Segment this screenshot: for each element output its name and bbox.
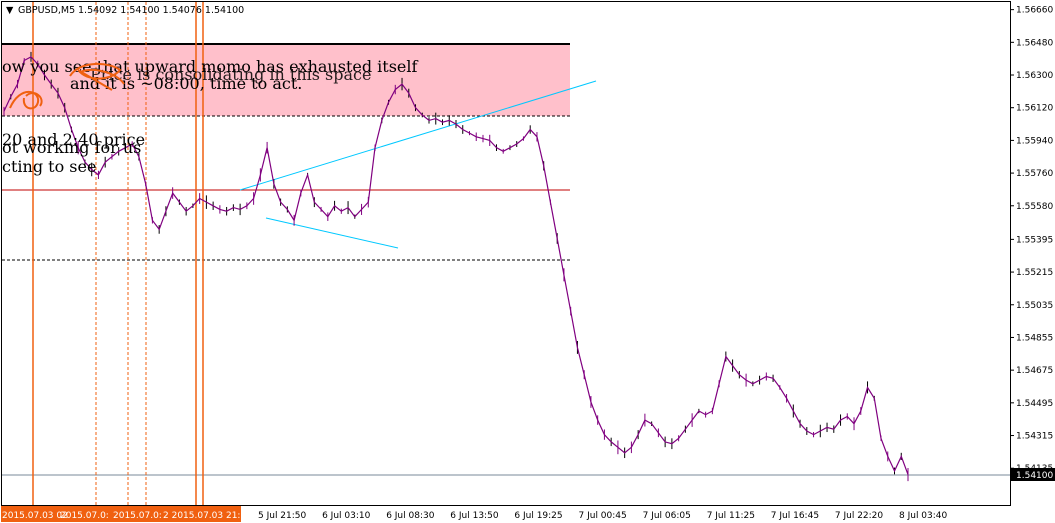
y-tick-label: 1.56480 [1016,38,1053,48]
vline-label: 2015.07.0: [60,511,109,521]
vline-label: 2015.07.0: [113,511,162,521]
x-tick-label: 8 Jul 03:40 [899,511,948,521]
x-tick-label: 6 Jul 19:25 [514,511,562,521]
symbol-label: GBPUSD,M5 [18,5,75,16]
y-tick-label: 1.54495 [1016,399,1053,409]
current-price-label: 1.54100 [1016,471,1053,481]
y-tick-label: 1.55760 [1016,169,1053,179]
y-tick-label: 1.54315 [1016,432,1053,442]
y-tick-label: 1.56660 [1016,6,1053,16]
x-tick-label: 6 Jul 08:30 [386,511,435,521]
x-tick-label: 7 Jul 00:45 [579,511,627,521]
y-tick-label: 1.55215 [1016,268,1053,278]
x-tick-label: 6 Jul 13:50 [450,511,499,521]
y-tick-label: 1.54855 [1016,333,1053,343]
y-tick-label: 1.56120 [1016,104,1053,114]
y-tick-label: 1.55395 [1016,235,1053,245]
y-tick-label: 1.55580 [1016,202,1053,212]
note-notworking: ot working for us [2,138,141,157]
vline-label: 2015.07.03 02 [2,511,68,521]
vline-labels: 2015.07.03 022015.07.0: 2015.07.0: 2 2015.… [2,511,252,521]
x-tick-label: 7 Jul 22:20 [835,511,884,521]
vline-label: 2 2015.07.03 21:20 [163,511,252,521]
time-axis: 5 Jul 21:50 6 Jul 03:10 6 Jul 08:30 6 Jul 1… [258,511,948,521]
x-tick-label: 7 Jul 16:45 [771,511,819,521]
menu-arrow-icon[interactable]: ▼ [6,5,14,16]
x-tick-label: 7 Jul 06:05 [643,511,691,521]
x-tick-label: 6 Jul 03:10 [322,511,371,521]
price-chart[interactable]: ow you see that upward momo has exhauste… [0,0,1055,523]
note-time: and it is ~08:00, time to act. [70,74,302,93]
x-tick-label: 7 Jul 11:25 [707,511,755,521]
y-tick-label: 1.55035 [1016,301,1053,311]
y-tick-label: 1.55940 [1016,136,1053,146]
price-axis: 1.56660 1.56480 1.56300 1.56120 1.55940 1.557… [1010,6,1053,474]
y-tick-label: 1.56300 [1016,71,1053,81]
ohlc-values: 1.54092 1.54100 1.54076 1.54100 [78,5,244,16]
y-tick-label: 1.54675 [1016,366,1053,376]
x-tick-label: 5 Jul 21:50 [258,511,307,521]
note-expecting: cting to see [2,157,96,176]
